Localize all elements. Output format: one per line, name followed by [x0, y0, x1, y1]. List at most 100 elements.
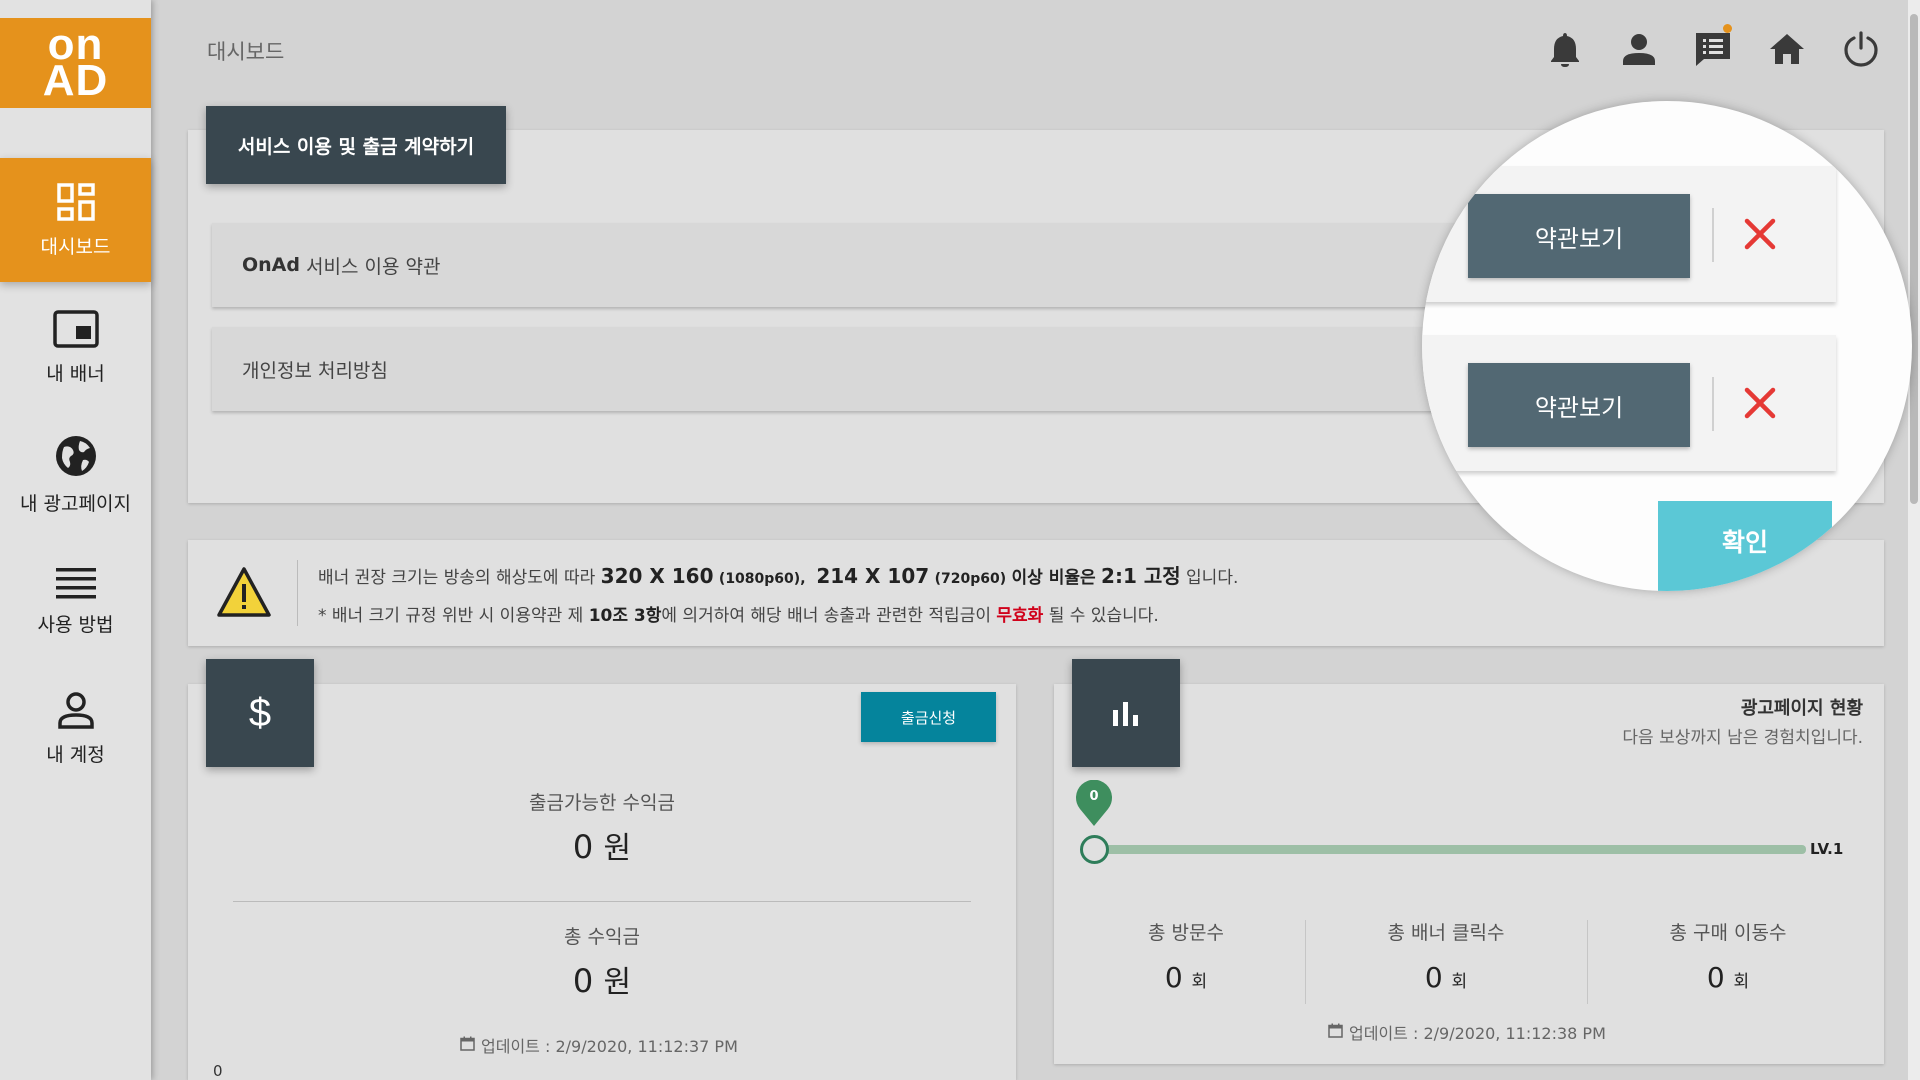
stat-visits: 총 방문수 0 회 — [1051, 918, 1321, 994]
adpage-title: 광고페이지 현황 — [1740, 698, 1863, 719]
calendar-icon — [1328, 1023, 1343, 1042]
stat-label: 총 배너 클릭수 — [1387, 922, 1505, 944]
account-icon — [56, 690, 96, 730]
notice-text: 에 의거하여 해당 배너 송출과 관련한 적립금이 — [661, 606, 991, 626]
revenue-updated-text: 업데이트 : 2/9/2020, 11:12:37 PM — [481, 1037, 738, 1056]
available-revenue-amount: 0 — [572, 828, 594, 866]
contract-header: 서비스 이용 및 출금 계약하기 — [206, 106, 506, 184]
notice-text: 될 수 있습니다. — [1048, 606, 1159, 626]
stat-number: 0 — [1706, 961, 1725, 994]
available-revenue-label: 출금가능한 수익금 — [529, 792, 675, 814]
close-icon[interactable] — [1740, 383, 1780, 423]
power-icon[interactable] — [1842, 30, 1880, 68]
page-scrollbar[interactable] — [1908, 0, 1920, 1080]
level-label: LV.1 — [1810, 840, 1844, 858]
sidebar-item-banner[interactable]: 내 배너 — [0, 285, 151, 409]
stat-number: 0 — [1164, 961, 1183, 994]
stat-purchase-moves: 총 구매 이동수 0 회 — [1593, 918, 1863, 994]
stat-value: 0 회 — [1593, 961, 1863, 994]
currency-unit: 원 — [603, 965, 632, 1000]
logo[interactable]: on AD — [0, 18, 151, 108]
sidebar-item-label: 내 계정 — [46, 743, 105, 766]
view-terms-button[interactable]: 약관보기 — [1468, 194, 1690, 278]
header-icons — [1546, 24, 1880, 68]
sidebar: on AD 대시보드 내 배너 내 광고페이지 사용 방법 내 계정 — [0, 0, 151, 1080]
stat-label: 총 구매 이동수 — [1669, 922, 1787, 944]
sidebar-item-account[interactable]: 내 계정 — [0, 666, 151, 790]
adpage-updated-text: 업데이트 : 2/9/2020, 11:12:38 PM — [1349, 1024, 1606, 1043]
notice-text: 배너 권장 크기는 방송의 해상도에 따라 — [318, 568, 596, 588]
calendar-icon — [460, 1036, 475, 1055]
sidebar-item-dashboard[interactable]: 대시보드 — [0, 158, 151, 282]
magnified-terms-row-service: 약관보기 — [1422, 166, 1836, 302]
sidebar-item-label: 내 광고페이지 — [20, 492, 131, 515]
dollar-icon: $ — [206, 659, 314, 767]
notice-size-1080: 320 X 160 — [600, 564, 714, 588]
user-icon[interactable] — [1620, 30, 1658, 68]
stat-unit: 회 — [1733, 972, 1750, 992]
close-icon[interactable] — [1740, 214, 1780, 254]
stat-value: 0 회 — [1311, 961, 1581, 994]
terms-brand: OnAd — [242, 254, 300, 276]
terms-label: 서비스 이용 약관 — [305, 255, 441, 278]
sidebar-item-adpage[interactable]: 내 광고페이지 — [0, 412, 151, 536]
logo-text: on AD — [42, 23, 109, 105]
notice-divider — [297, 560, 298, 626]
sidebar-item-label: 대시보드 — [40, 235, 111, 258]
notice-text: * 배너 크기 규정 위반 시 이용약관 제 — [318, 606, 584, 626]
notice-invalid-text: 무효화 — [996, 606, 1044, 626]
warning-icon — [216, 566, 272, 622]
notice-res-1080: (1080p60), — [718, 571, 806, 587]
notice-line-2: * 배너 크기 규정 위반 시 이용약관 제 10조 3항에 의거하여 해당 배… — [318, 601, 1159, 626]
notice-article: 10조 3항 — [588, 606, 662, 626]
adpage-subtitle: 다음 보상까지 남은 경험치입니다. — [1622, 728, 1863, 748]
sidebar-item-howto[interactable]: 사용 방법 — [0, 539, 151, 663]
notice-text: 입니다. — [1186, 568, 1239, 588]
total-revenue-amount: 0 — [572, 962, 594, 1000]
total-revenue-label: 총 수익금 — [564, 926, 640, 948]
notice-board-icon[interactable] — [1694, 24, 1732, 68]
total-revenue-value: 0 원 — [188, 957, 1016, 1001]
currency-unit: 원 — [603, 831, 632, 866]
bar-chart-icon — [1072, 659, 1180, 767]
scrollbar-thumb[interactable] — [1910, 14, 1918, 504]
view-privacy-button[interactable]: 약관보기 — [1468, 363, 1690, 447]
notice-res-720: (720p60) — [934, 571, 1007, 587]
svg-text:$: $ — [249, 691, 271, 735]
banner-icon — [52, 309, 100, 349]
stat-unit: 회 — [1451, 972, 1468, 992]
magnifier-overlay: 약관보기 약관보기 확인 — [1422, 101, 1912, 591]
notice-ratio-value: 2:1 고정 — [1101, 564, 1181, 588]
bell-icon[interactable] — [1546, 30, 1584, 68]
revenue-updated: 업데이트 : 2/9/2020, 11:12:37 PM — [460, 1033, 738, 1057]
button-divider — [1712, 377, 1714, 431]
notification-dot — [1723, 24, 1732, 33]
exp-progress-handle — [1080, 835, 1109, 864]
notice-line-1: 배너 권장 크기는 방송의 해상도에 따라 320 X 160 (1080p60… — [318, 560, 1238, 589]
stat-number: 0 — [1424, 961, 1443, 994]
stat-divider — [1305, 920, 1306, 1004]
stat-banner-clicks: 총 배너 클릭수 0 회 — [1311, 918, 1581, 994]
stat-label: 총 방문수 — [1148, 922, 1224, 944]
stat-unit: 회 — [1191, 972, 1208, 992]
available-revenue: 출금가능한 수익금 0 원 — [188, 788, 1016, 867]
notice-ratio-label: 이상 비율은 — [1011, 568, 1096, 588]
stat-divider — [1587, 920, 1588, 1004]
sidebar-item-label: 사용 방법 — [37, 613, 114, 636]
total-revenue: 총 수익금 0 원 — [188, 922, 1016, 1001]
exp-progress-track — [1094, 845, 1806, 854]
available-revenue-value: 0 원 — [188, 823, 1016, 867]
logo-bottom: AD — [42, 56, 109, 105]
button-divider — [1712, 208, 1714, 262]
confirm-button[interactable]: 확인 — [1658, 501, 1832, 591]
sidebar-item-label: 내 배너 — [46, 362, 105, 385]
adpage-updated: 업데이트 : 2/9/2020, 11:12:38 PM — [1328, 1020, 1606, 1044]
exp-progress-pin-icon — [1076, 780, 1112, 826]
terms-label: 개인정보 처리방침 — [242, 359, 388, 382]
stat-value: 0 회 — [1051, 961, 1321, 994]
page-title: 대시보드 — [207, 40, 285, 64]
withdraw-button[interactable]: 출금신청 — [861, 692, 996, 742]
revenue-footer-value: 0 — [213, 1062, 223, 1080]
home-icon[interactable] — [1768, 30, 1806, 68]
menu-lines-icon — [55, 566, 97, 600]
